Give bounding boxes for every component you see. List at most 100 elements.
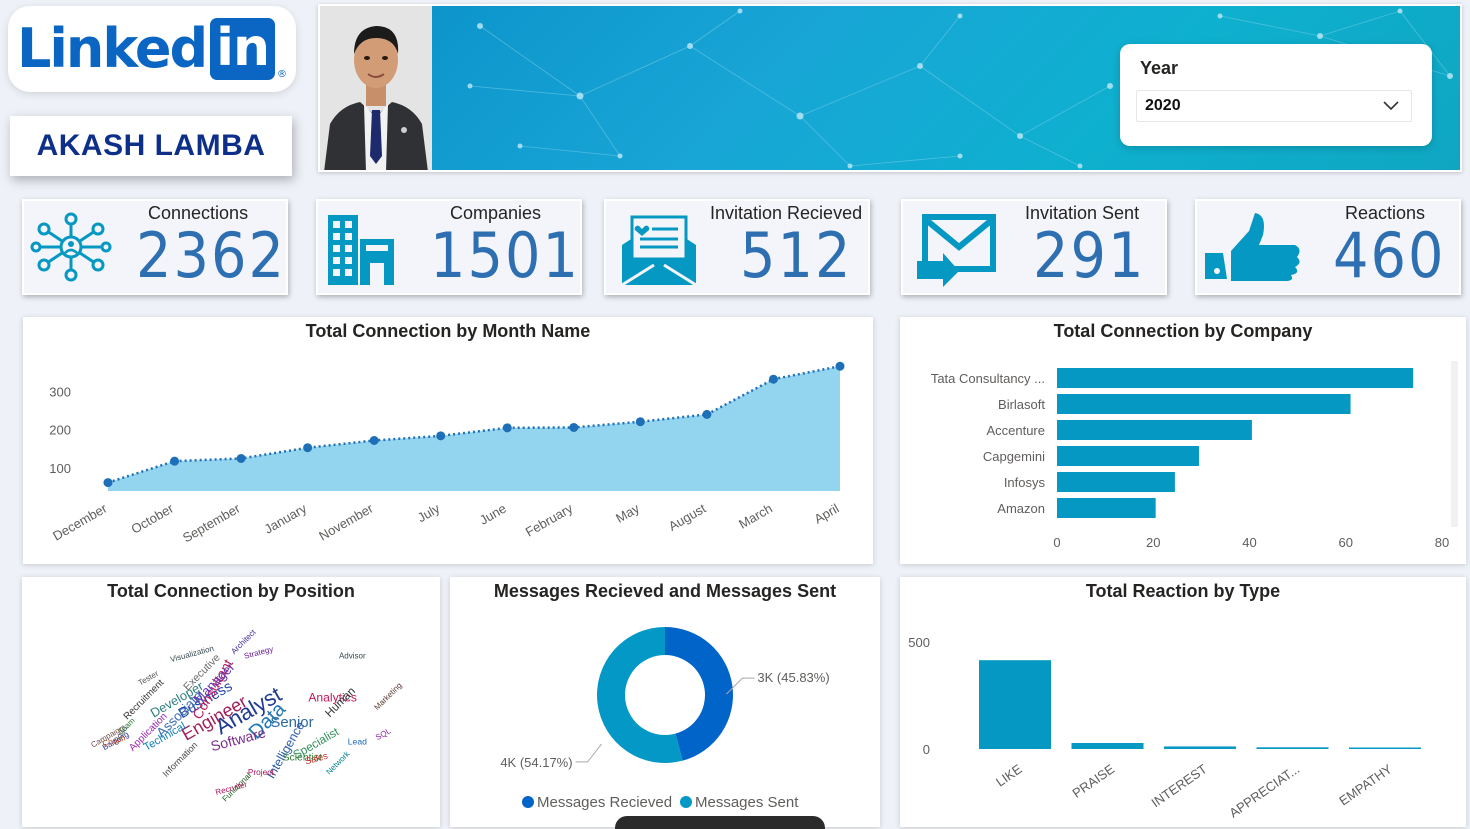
profile-banner: Year 2020 [318, 4, 1462, 172]
x-tick-label: August [666, 500, 709, 533]
data-point[interactable] [236, 453, 246, 463]
x-tick-label: 40 [1242, 535, 1256, 550]
y-tick-label: 100 [49, 461, 71, 476]
bar[interactable] [1057, 420, 1252, 440]
network-icon [30, 212, 112, 282]
building-icon [328, 215, 394, 285]
data-point[interactable] [502, 423, 512, 433]
envelope-send-icon [917, 214, 996, 287]
linkedin-logo-registered: ® [276, 69, 287, 80]
linkedin-logo-card: Linked in ® [8, 6, 296, 92]
legend-label: Messages Recieved [537, 794, 672, 811]
kpi-value: 291 [1033, 219, 1146, 292]
x-tick-label: EMPATHY [1336, 761, 1395, 808]
x-tick-label: April [811, 501, 841, 527]
legend-marker [522, 796, 534, 808]
wordcloud-word[interactable]: Network [324, 749, 352, 777]
category-label: Birlasoft [998, 397, 1045, 412]
data-point[interactable] [835, 361, 845, 371]
messages-donut-card: Messages Recieved and Messages Sent 3K (… [450, 577, 880, 827]
kpi-card-connections: Connections 2362 [22, 199, 288, 295]
kpi-value: 512 [740, 219, 853, 292]
kpi-card-invitation-sent: Invitation Sent 291 [901, 199, 1167, 295]
x-tick-label: September [180, 500, 243, 545]
kpi-card-reactions: Reactions 460 [1195, 199, 1461, 295]
year-filter-card: Year 2020 [1120, 44, 1432, 146]
bar[interactable] [1071, 743, 1144, 749]
data-point[interactable] [569, 422, 579, 432]
linkedin-logo-text: Linked [17, 17, 208, 80]
data-point[interactable] [635, 417, 645, 427]
envelope-open-icon [621, 215, 697, 287]
legend-marker [680, 796, 692, 808]
data-point[interactable] [768, 374, 778, 384]
category-label: Tata Consultancy ... [931, 371, 1045, 386]
profile-name: AKASH LAMBA [36, 129, 266, 162]
x-tick-label: July [415, 500, 443, 525]
y-tick-label: 300 [49, 384, 71, 399]
legend-label: Messages Sent [695, 794, 799, 811]
bar[interactable] [1057, 368, 1414, 388]
year-dropdown-value: 2020 [1145, 97, 1181, 114]
x-tick-label: 80 [1435, 535, 1449, 550]
wordcloud-word[interactable]: Strategy [243, 644, 274, 660]
year-filter-label: Year [1140, 58, 1179, 78]
category-label: Amazon [997, 501, 1045, 516]
category-label: Capgemini [983, 449, 1045, 464]
company-bar-chart: Tata Consultancy ... Birlasoft Accenture Ca… [931, 361, 1458, 550]
leader-line [575, 743, 602, 763]
wordcloud-word[interactable]: SQL [374, 726, 393, 742]
bar[interactable] [1349, 747, 1421, 750]
wordcloud-word[interactable]: Project [248, 767, 275, 777]
data-point[interactable] [436, 431, 446, 441]
x-tick-label: October [128, 500, 176, 536]
bar[interactable] [1057, 394, 1351, 414]
x-tick-label: February [523, 500, 576, 539]
kpi-card-companies: Companies 1501 [316, 199, 582, 295]
wordcloud-word[interactable]: Advisor [339, 651, 366, 660]
bar[interactable] [1057, 472, 1175, 492]
wordcloud-word[interactable]: Information [161, 740, 200, 779]
data-point[interactable] [702, 409, 712, 419]
thumbs-up-icon [1205, 213, 1300, 281]
data-point[interactable] [170, 456, 180, 466]
page-navigation-tab[interactable] [615, 816, 825, 829]
reaction-chart-card: Total Reaction by Type 0 500 LIKE PRAISE INT… [900, 577, 1466, 827]
wordcloud-word[interactable]: Marketing [372, 681, 403, 712]
category-label: Infosys [1004, 475, 1046, 490]
x-tick-label: January [262, 500, 310, 536]
profile-name-card: AKASH LAMBA [10, 116, 292, 176]
position-wordcloud: AnalystDataEngineer SeniorBusinessSoftwar… [89, 627, 403, 803]
data-point[interactable] [303, 443, 313, 453]
bar[interactable] [979, 660, 1051, 749]
area-fill [108, 366, 840, 491]
x-tick-label: March [736, 501, 775, 532]
y-tick-label: 200 [49, 423, 71, 438]
category-label: Accenture [986, 423, 1045, 438]
y-tick-label: 0 [923, 742, 930, 757]
x-tick-label: INTEREST [1148, 761, 1209, 810]
kpi-value: 2362 [136, 219, 286, 292]
month-connection-chart-card: Total Connection by Month Name 100 200 300… [23, 317, 873, 564]
data-point[interactable] [103, 478, 113, 488]
x-tick-label: 20 [1146, 535, 1160, 550]
scrollbar[interactable] [1451, 361, 1458, 527]
x-tick-label: LIKE [993, 761, 1025, 790]
bar[interactable] [1057, 498, 1156, 518]
x-tick-label: APPRECIAT... [1226, 761, 1302, 820]
x-tick-label: December [50, 500, 110, 543]
reaction-bar-chart: 0 500 LIKE PRAISE INTEREST APPRECIAT... EMPATH… [908, 635, 1421, 821]
bar[interactable] [1164, 746, 1236, 749]
chevron-down-icon [1383, 101, 1399, 111]
data-point[interactable] [369, 435, 379, 445]
x-tick-label: November [316, 500, 376, 543]
bar[interactable] [1256, 747, 1329, 749]
donut-label: 3K (45.83%) [757, 670, 829, 685]
year-dropdown[interactable]: 2020 [1136, 90, 1412, 122]
linkedin-logo-box: in [210, 18, 275, 80]
x-tick-label: 0 [1053, 535, 1060, 550]
kpi-card-invitation-received: Invitation Recieved 512 [604, 199, 870, 295]
profile-photo [320, 6, 432, 170]
wordcloud-word[interactable]: Lead [348, 736, 367, 746]
bar[interactable] [1057, 446, 1199, 466]
